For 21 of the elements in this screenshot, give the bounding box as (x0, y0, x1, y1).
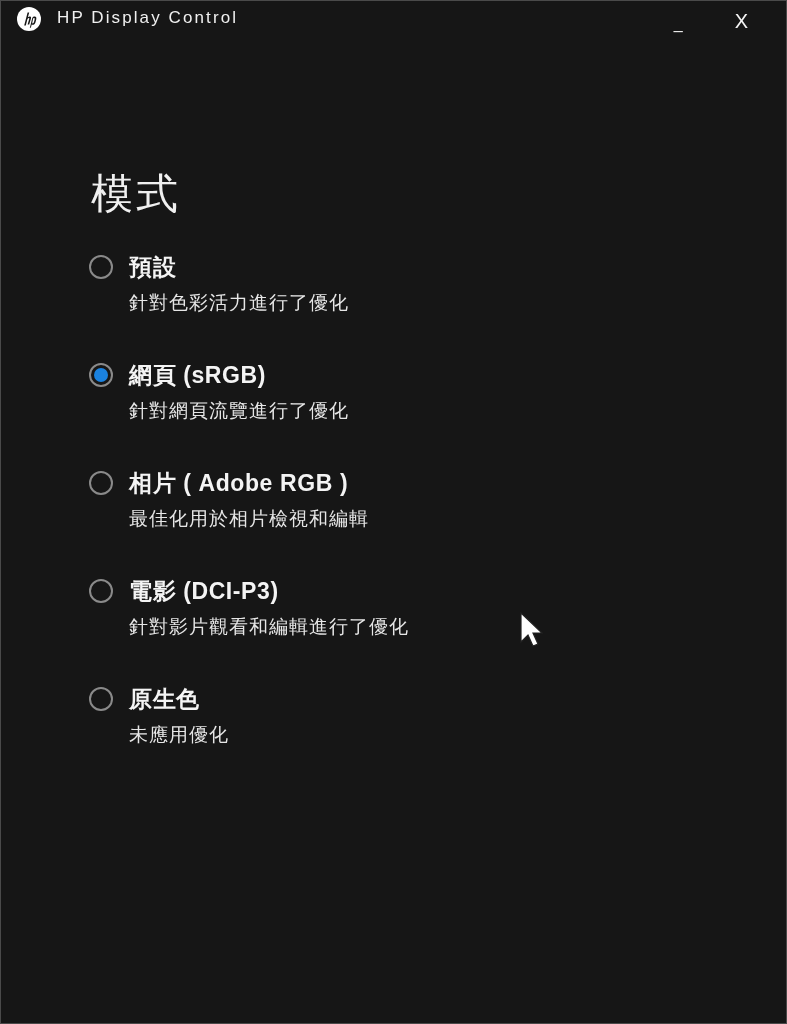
option-label[interactable]: 電影 (DCI-P3) (129, 576, 279, 606)
radio-button[interactable] (89, 363, 113, 387)
radio-button[interactable] (89, 687, 113, 711)
option-label[interactable]: 網頁 (sRGB) (129, 360, 266, 390)
section-heading: 模式 (91, 170, 181, 218)
mouse-pointer-icon (520, 612, 544, 648)
close-button[interactable]: X (728, 7, 754, 35)
option-description: 未應用優化 (129, 723, 229, 747)
option-description: 最佳化用於相片檢視和編輯 (129, 507, 369, 531)
option-description: 針對色彩活力進行了優化 (129, 291, 349, 315)
radio-button[interactable] (89, 471, 113, 495)
option-description: 針對影片觀看和編輯進行了優化 (129, 615, 409, 639)
radio-button[interactable] (89, 255, 113, 279)
option-label[interactable]: 原生色 (129, 684, 200, 714)
radio-button[interactable] (89, 579, 113, 603)
minimize-button[interactable]: _ (667, 10, 689, 38)
option-label[interactable]: 相片 ( Adobe RGB ) (129, 468, 349, 498)
window-title: HP Display Control (57, 8, 239, 28)
option-label[interactable]: 預設 (129, 252, 177, 282)
hp-logo-icon (17, 7, 41, 31)
option-description: 針對網頁流覽進行了優化 (129, 399, 349, 423)
